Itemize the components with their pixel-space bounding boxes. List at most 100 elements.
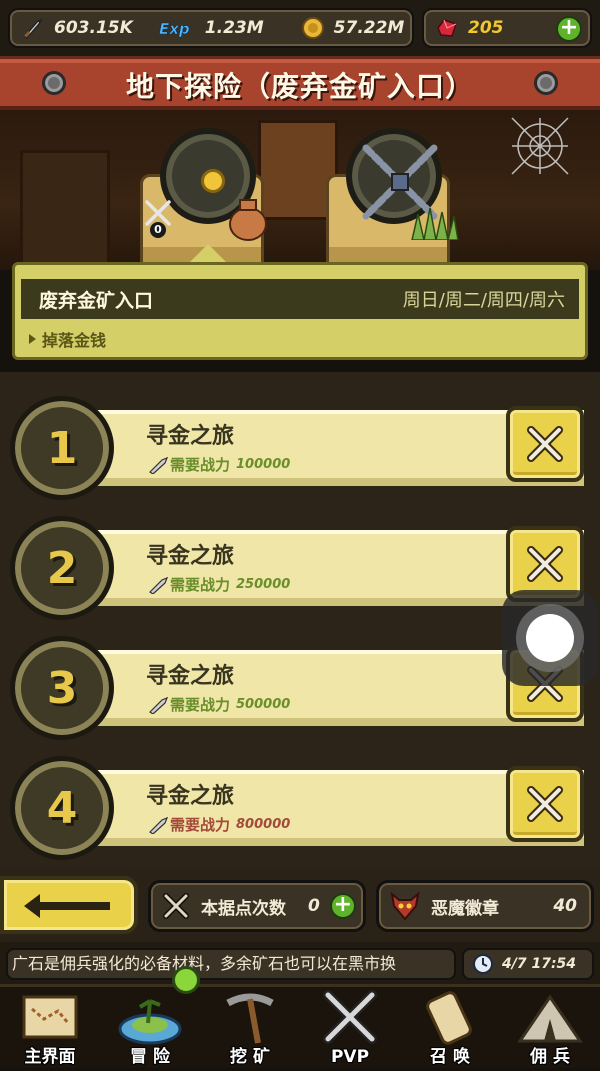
demon-badge-label: 恶魔徽章 — [431, 898, 499, 919]
location-info-panel: 废弃金矿入口 周日/周二/周四/周六 掉落金钱 — [12, 262, 588, 360]
gem-panel: 205 + — [422, 8, 592, 48]
top-resource-bar: 603.15K Exp 1.23M 57.22M 205 + — [0, 0, 600, 56]
arrow-left-icon — [24, 894, 110, 918]
sword-icon — [20, 15, 46, 41]
stage-name: 寻金之旅 — [146, 424, 235, 449]
gold-value: 57.22M — [333, 18, 405, 38]
power-value: 800000 — [236, 817, 291, 832]
power-label: 需要战力 — [170, 576, 231, 594]
nav-label: 挖 矿 — [230, 1047, 270, 1067]
attempt-count-box: 本据点次数 0 + — [148, 880, 366, 932]
power-requirement: 需要战力 800000 — [148, 814, 290, 835]
power-value: 603.15K — [54, 18, 133, 38]
crossed-swords-icon — [163, 893, 189, 919]
dungeon-scene — [0, 110, 600, 270]
crossed-swords-icon — [527, 786, 563, 822]
clock-box: 4/7 17:54 — [462, 948, 594, 980]
clock-time: 4/7 17:54 — [502, 956, 577, 972]
battle-button[interactable] — [506, 406, 584, 482]
gold-coin-icon — [201, 169, 225, 193]
power-requirement: 需要战力 100000 — [148, 454, 290, 475]
tip-ticker: 广石是佣兵强化的必备材料，多余矿石也可以在黑市换 — [6, 948, 456, 980]
demon-badge-icon — [390, 891, 420, 921]
assistive-touch-dot — [526, 614, 574, 662]
map-scroll-icon — [22, 995, 78, 1039]
power-value: 500000 — [236, 697, 291, 712]
sword-icon — [149, 696, 169, 714]
nav-label: 召 唤 — [430, 1047, 470, 1067]
power-label: 需要战力 — [170, 696, 231, 714]
scroll-icon — [426, 991, 472, 1045]
power-requirement: 需要战力 250000 — [148, 574, 290, 595]
gold-coin-icon — [300, 15, 326, 41]
exp-value: 1.23M — [204, 18, 264, 38]
sword-icon — [149, 576, 169, 594]
tent-icon — [517, 994, 583, 1043]
crossed-swords-icon — [527, 546, 563, 582]
clay-pot-icon — [229, 199, 267, 241]
power-label: 需要战力 — [170, 816, 231, 834]
nav-label: 冒 险 — [130, 1047, 170, 1067]
back-button[interactable] — [0, 876, 138, 934]
nav-adventure[interactable]: 冒 险 — [100, 987, 200, 1071]
add-gems-button[interactable]: + — [556, 16, 582, 42]
attempt-count-label: 本据点次数 — [201, 898, 286, 919]
location-name: 废弃金矿入口 — [39, 289, 154, 312]
stage-row[interactable]: 2 寻金之旅 需要战力 250000 — [10, 516, 590, 620]
stage-name: 寻金之旅 — [146, 544, 235, 569]
assistive-touch-button[interactable] — [502, 590, 598, 686]
crossed-swords-icon — [527, 426, 563, 462]
nav-pvp[interactable]: PVP — [300, 987, 400, 1071]
demon-badge-box: 恶魔徽章 40 — [376, 880, 594, 932]
grass-bush-icon — [411, 207, 459, 240]
power-value: 250000 — [236, 577, 291, 592]
spiderweb-icon — [511, 117, 569, 175]
attack-count-badge: 0 — [140, 198, 176, 238]
page-title: 地下探险（废弃金矿入口） — [125, 70, 474, 103]
power-label: 需要战力 — [170, 456, 231, 474]
exp-label: Exp — [159, 20, 190, 38]
stage-number: 4 — [10, 756, 114, 860]
notification-dot — [172, 966, 200, 994]
drop-label: 掉落金钱 — [42, 331, 107, 350]
info-pointer — [188, 244, 228, 264]
bottom-nav: 主界面 冒 险 挖 矿 PVP 召 唤 佣 兵 — [0, 984, 600, 1068]
gem-value: 205 — [468, 18, 504, 38]
sword-icon — [149, 456, 169, 474]
pickaxe-icon — [226, 993, 274, 1044]
stage-number: 3 — [10, 636, 114, 740]
power-value: 100000 — [236, 457, 291, 472]
attempt-count-value: 0 — [308, 896, 320, 916]
demon-badge-value: 40 — [553, 896, 577, 916]
nav-label: 主界面 — [24, 1047, 76, 1067]
battle-button[interactable] — [506, 766, 584, 842]
stage-name: 寻金之旅 — [146, 664, 235, 689]
island-icon — [118, 999, 182, 1045]
drop-info: 掉落金钱 — [29, 327, 106, 351]
title-banner: 地下探险（废弃金矿入口） — [0, 56, 600, 110]
stage-row[interactable]: 1 寻金之旅 需要战力 100000 — [10, 396, 590, 500]
power-requirement: 需要战力 500000 — [148, 694, 290, 715]
open-schedule: 周日/周二/周四/周六 — [402, 290, 565, 311]
stairs — [20, 150, 110, 270]
stats-panel: 603.15K Exp 1.23M 57.22M — [8, 8, 414, 48]
ruby-icon — [434, 15, 460, 41]
attack-count: 0 — [150, 222, 166, 238]
stage-number: 1 — [10, 396, 114, 500]
location-header: 废弃金矿入口 周日/周二/周四/周六 — [21, 279, 579, 319]
nav-label: PVP — [330, 1047, 370, 1067]
nav-mercenary[interactable]: 佣 兵 — [500, 987, 600, 1071]
sword-icon — [149, 816, 169, 834]
bolt-icon — [534, 71, 558, 95]
clock-icon — [473, 954, 493, 974]
crossed-swords-icon — [323, 990, 377, 1044]
exp-icon: Exp — [157, 15, 197, 41]
stage-number: 2 — [10, 516, 114, 620]
add-attempts-button[interactable]: + — [329, 893, 356, 919]
stage-row[interactable]: 4 寻金之旅 需要战力 800000 — [10, 756, 590, 860]
nav-summon[interactable]: 召 唤 — [400, 987, 500, 1071]
stage-name: 寻金之旅 — [146, 784, 235, 809]
nav-main[interactable]: 主界面 — [0, 987, 100, 1071]
nav-label: 佣 兵 — [530, 1047, 570, 1067]
nav-mining[interactable]: 挖 矿 — [200, 987, 300, 1071]
